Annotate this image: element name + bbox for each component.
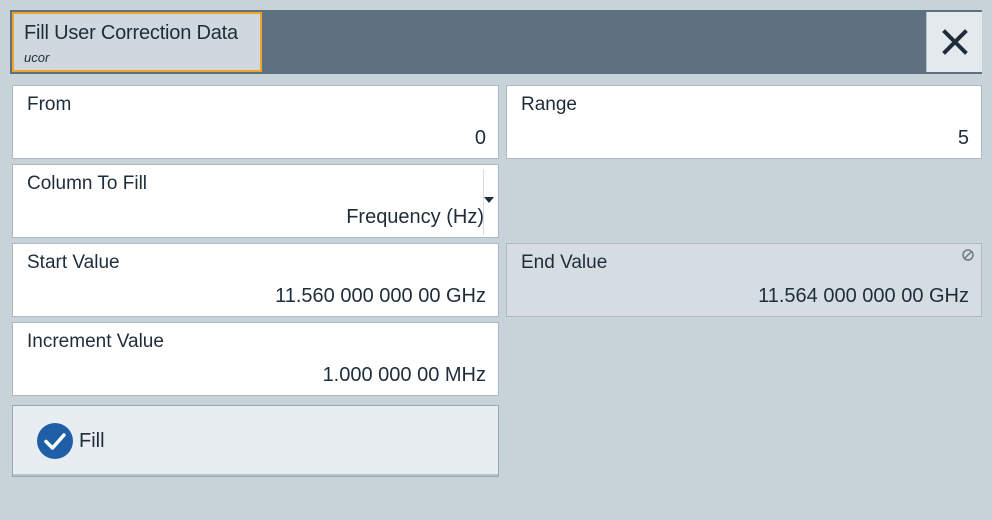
from-value: 0 xyxy=(474,127,486,149)
readonly-icon xyxy=(962,249,974,261)
close-icon xyxy=(941,29,968,55)
range-field[interactable]: Range 5 xyxy=(506,85,982,159)
dropdown-arrow-icon xyxy=(484,197,494,203)
increment-value-label: Increment Value xyxy=(27,331,164,352)
dialog-tab[interactable]: Fill User Correction Data ucor xyxy=(12,12,262,72)
column-to-fill-label: Column To Fill xyxy=(27,173,148,194)
column-to-fill-select[interactable]: Column To Fill Frequency (Hz) xyxy=(12,164,499,238)
end-value-label: End Value xyxy=(521,252,608,273)
dialog-title: Fill User Correction Data xyxy=(24,22,238,44)
start-value-field[interactable]: Start Value 11.560 000 000 00 GHz xyxy=(12,243,499,317)
increment-value-field[interactable]: Increment Value 1.000 000 00 MHz xyxy=(12,322,499,396)
start-value-value: 11.560 000 000 00 GHz xyxy=(275,285,486,307)
dialog-content: From 0 Range 5 Column To Fill Frequency … xyxy=(10,74,982,510)
from-field[interactable]: From 0 xyxy=(12,85,499,159)
fill-button-label: Fill xyxy=(79,430,105,452)
dialog-subtitle: ucor xyxy=(24,50,50,65)
range-value: 5 xyxy=(957,127,969,149)
column-to-fill-value: Frequency (Hz) xyxy=(346,206,484,228)
increment-value-value: 1.000 000 00 MHz xyxy=(322,364,486,386)
close-button[interactable] xyxy=(926,12,982,72)
end-value-field: End Value 11.564 000 000 00 GHz xyxy=(506,243,982,317)
range-label: Range xyxy=(521,94,577,115)
check-circle-icon xyxy=(37,423,73,459)
from-label: From xyxy=(27,94,72,115)
fill-button[interactable]: Fill xyxy=(12,405,499,477)
start-value-label: Start Value xyxy=(27,252,120,273)
end-value-value: 11.564 000 000 00 GHz xyxy=(758,285,969,307)
